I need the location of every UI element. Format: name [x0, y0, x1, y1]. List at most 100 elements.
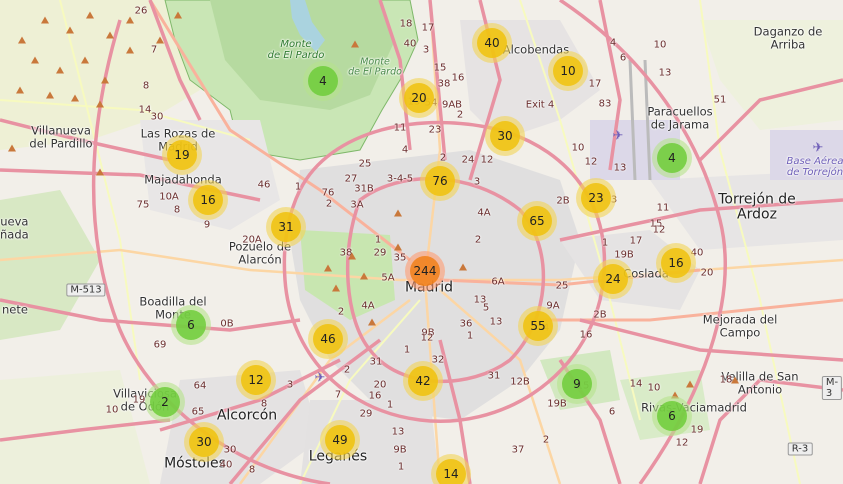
- marker-cluster[interactable]: 46: [308, 319, 348, 359]
- road-number: 14: [629, 378, 643, 390]
- cluster-count: 10: [553, 56, 583, 86]
- road-number: 20: [700, 267, 714, 279]
- road-number: 8: [142, 80, 150, 92]
- marker-cluster[interactable]: 40: [472, 23, 512, 63]
- road-number: 11: [393, 122, 407, 134]
- cluster-count: 244: [410, 256, 440, 286]
- marker-cluster[interactable]: 23: [576, 178, 616, 218]
- road-number: 19: [690, 424, 704, 436]
- cluster-count: 9: [562, 369, 592, 399]
- road-number: 10: [105, 404, 119, 416]
- airport-icon: ✈: [612, 128, 624, 144]
- cluster-count: 40: [477, 28, 507, 58]
- marker-cluster[interactable]: 16: [656, 243, 696, 283]
- cluster-count: 23: [581, 183, 611, 213]
- marker-cluster[interactable]: 9: [557, 364, 597, 404]
- road-number: 7: [150, 44, 158, 56]
- road-number: 12: [420, 332, 434, 344]
- peak-icon: [459, 263, 467, 271]
- place-label: Alcorcón: [216, 407, 278, 424]
- road-number: 35: [393, 252, 407, 264]
- peak-icon: [332, 284, 340, 292]
- peak-icon: [18, 36, 26, 44]
- road-number: 1: [386, 399, 394, 411]
- road-number: 69: [153, 339, 167, 351]
- cluster-count: 31: [271, 212, 301, 242]
- road-number: 26: [134, 5, 148, 17]
- marker-cluster[interactable]: 19: [162, 135, 202, 175]
- road-number: 37: [511, 444, 525, 456]
- peak-icon: [96, 168, 104, 176]
- road-number: 1: [403, 344, 411, 356]
- road-number: 12B: [510, 376, 530, 388]
- marker-cluster[interactable]: 20: [399, 78, 439, 118]
- peak-icon: [86, 11, 94, 19]
- peak-icon: [348, 252, 356, 260]
- place-label: Monte de El Pardo: [267, 39, 325, 61]
- marker-cluster[interactable]: 42: [403, 361, 443, 401]
- marker-cluster[interactable]: 244: [405, 251, 445, 291]
- marker-cluster[interactable]: 24: [593, 259, 633, 299]
- marker-cluster[interactable]: 6: [652, 396, 692, 436]
- road-number: 15: [433, 62, 447, 74]
- marker-cluster[interactable]: 31: [266, 207, 306, 247]
- marker-cluster[interactable]: 4: [652, 138, 692, 178]
- peak-icon: [156, 36, 164, 44]
- road-number: 11: [656, 202, 670, 214]
- road-number: 1: [294, 181, 302, 193]
- road-number: 14: [138, 104, 152, 116]
- road-number: 4: [401, 144, 409, 156]
- marker-cluster[interactable]: 55: [518, 306, 558, 346]
- marker-cluster[interactable]: 65: [517, 201, 557, 241]
- cluster-count: 4: [308, 66, 338, 96]
- cluster-count: 14: [436, 459, 466, 484]
- marker-cluster[interactable]: 2: [145, 382, 185, 422]
- road-number: 1: [466, 330, 474, 342]
- peak-icon: [126, 46, 134, 54]
- marker-cluster[interactable]: 16: [188, 180, 228, 220]
- road-number: 13: [489, 316, 503, 328]
- cluster-count: 6: [176, 310, 206, 340]
- place-label: Torrejón de Ardoz: [718, 191, 796, 223]
- road-number: 1: [374, 234, 382, 246]
- map-canvas[interactable]: Monte de El Pardo Monte de El Pardo Alcobe…: [0, 0, 843, 484]
- road-number: 12: [584, 156, 598, 168]
- peak-icon: [351, 40, 359, 48]
- road-number: 31: [369, 356, 383, 368]
- place-label: Base Aérea de Torrejón: [786, 156, 843, 178]
- marker-cluster[interactable]: 12: [236, 360, 276, 400]
- place-label: Villanueva del Pardillo: [29, 123, 93, 150]
- peak-icon: [56, 66, 64, 74]
- road-shield: M-513: [66, 283, 106, 297]
- marker-cluster[interactable]: 10: [548, 51, 588, 91]
- peak-icon: [101, 76, 109, 84]
- marker-cluster[interactable]: 49: [320, 420, 360, 460]
- cluster-count: 20: [404, 83, 434, 113]
- place-label: Daganzo de Arriba: [753, 24, 823, 51]
- road-number: 16: [579, 329, 593, 341]
- peak-icon: [106, 31, 114, 39]
- road-number: 9B: [393, 444, 407, 456]
- marker-cluster[interactable]: 30: [184, 422, 224, 462]
- peak-icon: [71, 94, 79, 102]
- road-number: 2: [337, 306, 345, 318]
- road-number: 19: [132, 394, 146, 406]
- road-number: 10: [653, 39, 667, 51]
- road-number: 4A: [361, 300, 375, 312]
- cluster-count: 24: [598, 264, 628, 294]
- road-number: 3: [286, 379, 294, 391]
- road-number: 24: [461, 154, 475, 166]
- cluster-count: 55: [523, 311, 553, 341]
- road-number: 17: [588, 78, 602, 90]
- cluster-count: 4: [657, 143, 687, 173]
- road-number: 12: [675, 437, 689, 449]
- road-number: 30: [150, 111, 164, 123]
- peak-icon: [81, 56, 89, 64]
- marker-cluster[interactable]: 30: [485, 116, 525, 156]
- marker-cluster[interactable]: 76: [420, 161, 460, 201]
- road-number: 51: [713, 94, 727, 106]
- cluster-count: 49: [325, 425, 355, 455]
- marker-cluster[interactable]: 4: [303, 61, 343, 101]
- marker-cluster[interactable]: 6: [171, 305, 211, 345]
- cluster-count: 6: [657, 401, 687, 431]
